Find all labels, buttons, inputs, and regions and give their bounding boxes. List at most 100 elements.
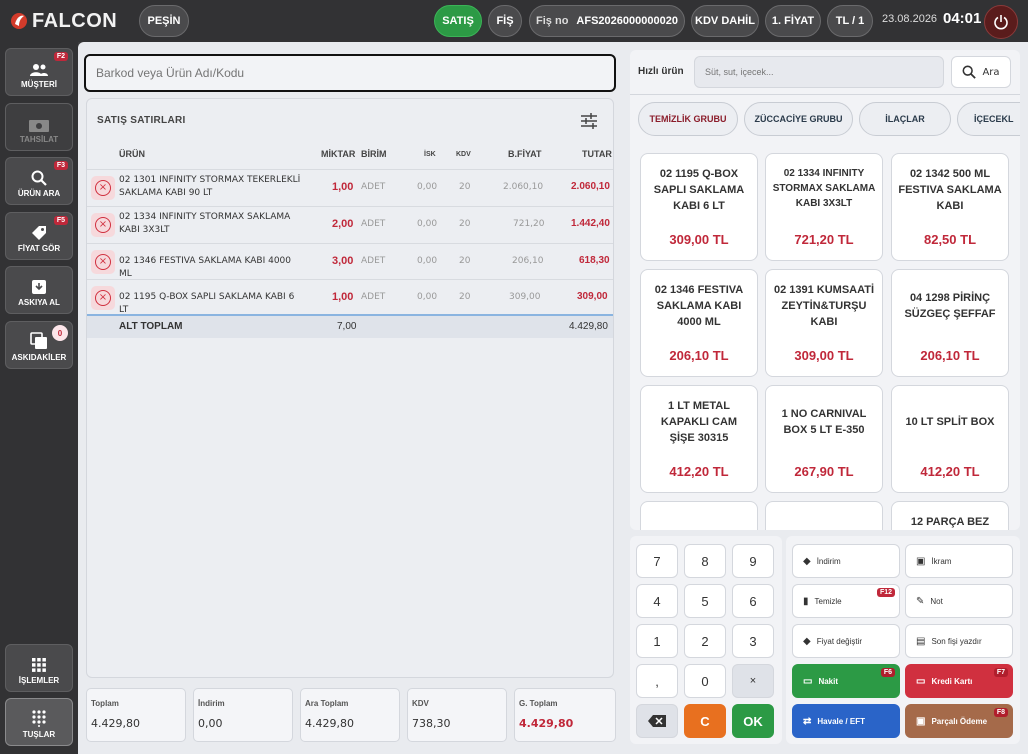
change-price-button[interactable]: ◆ Fiyat değiştir — [792, 624, 900, 658]
col-product: ÜRÜN — [119, 149, 145, 159]
key-7[interactable]: 7 — [636, 544, 678, 578]
summary-discount: İndirim 0,00 — [193, 688, 293, 742]
credit-card-button[interactable]: ▭ Kredi Kartı F7 — [905, 664, 1013, 698]
ok-button[interactable]: OK — [732, 704, 774, 738]
quick-search-input[interactable] — [694, 56, 944, 88]
sidebar-item-collection[interactable]: TAHSİLAT — [5, 103, 73, 151]
product-card[interactable] — [765, 501, 883, 530]
line-unit: ADET — [361, 256, 386, 266]
key-0[interactable]: 0 — [684, 664, 726, 698]
line-vat: 20 — [459, 292, 471, 302]
product-name: 1 NO CARNIVAL BOX 5 LT E-350 — [781, 408, 867, 436]
receipt-number[interactable]: Fiş no AFS2026000000020 — [529, 5, 685, 37]
vat-mode-button[interactable]: KDV DAHİL — [691, 5, 759, 37]
key-3[interactable]: 3 — [732, 624, 774, 658]
line-total: 1.442,40 — [571, 218, 610, 229]
category-glassware[interactable]: ZÜCCACİYE GRUBU — [744, 102, 853, 136]
line-qty[interactable]: 3,00 — [332, 255, 353, 267]
product-card[interactable]: 04 1298 PİRİNÇ SÜZGEÇ ŞEFFAF 206,10 TL — [891, 269, 1009, 377]
discount-button[interactable]: ◆ İndirim — [792, 544, 900, 578]
sidebar-item-customer[interactable]: F2 MÜŞTERİ — [5, 48, 73, 96]
key-4[interactable]: 4 — [636, 584, 678, 618]
line-product-name: 02 1301 INFINITY STORMAX TEKERLEKLİ SAKL… — [119, 175, 301, 198]
line-unit-price: 309,00 — [509, 292, 541, 302]
product-price: 721,20 TL — [794, 232, 854, 247]
delete-line-button[interactable]: × — [91, 176, 115, 200]
bank-transfer-button[interactable]: ⇄ Havale / EFT — [792, 704, 900, 738]
product-card[interactable]: 1 LT METAL KAPAKLI CAM ŞİŞE 30315 412,20… — [640, 385, 758, 493]
barcode-search-input[interactable] — [84, 54, 616, 92]
power-button[interactable] — [984, 5, 1018, 39]
clear-button[interactable]: C — [684, 704, 726, 738]
split-payment-label: Parçalı Ödeme — [931, 716, 988, 726]
tag-icon: ◆ — [803, 555, 811, 567]
sidebar-item-suspended-list[interactable]: 0 ASKIDAKİLER — [5, 321, 73, 369]
shortcut-badge: F2 — [53, 52, 68, 61]
key-9[interactable]: 9 — [732, 544, 774, 578]
table-row[interactable]: × 02 1301 INFINITY STORMAX TEKERLEKLİ SA… — [87, 169, 613, 205]
product-name: 02 1342 500 ML FESTIVA SAKLAMA KABI — [898, 168, 1002, 212]
summary-label: Toplam — [91, 699, 119, 708]
split-payment-button[interactable]: ▣ Parçalı Ödeme F8 — [905, 704, 1013, 738]
key-8[interactable]: 8 — [684, 544, 726, 578]
summary-total: Toplam 4.429,80 — [86, 688, 186, 742]
line-qty[interactable]: 2,00 — [332, 218, 353, 230]
product-card[interactable]: 02 1346 FESTIVA SAKLAMA KABI 4000 ML 206… — [640, 269, 758, 377]
category-cleaning[interactable]: TEMİZLİK GRUBU — [638, 102, 738, 136]
product-card[interactable]: 12 PARÇA BEZ — [891, 501, 1009, 530]
product-price: 206,10 TL — [669, 348, 729, 363]
gift-icon: ▣ — [916, 555, 926, 567]
clear-sale-button[interactable]: ▮ Temizle F12 — [792, 584, 900, 618]
remove-circle-icon: × — [95, 217, 111, 233]
col-unit-price: B.FİYAT — [508, 149, 542, 159]
product-card[interactable]: 10 LT SPLİT BOX 412,20 TL — [891, 385, 1009, 493]
print-last-receipt-button[interactable]: ▤ Son fişi yazdır — [905, 624, 1013, 658]
product-card[interactable]: 1 NO CARNIVAL BOX 5 LT E-350 267,90 TL — [765, 385, 883, 493]
treat-button[interactable]: ▣ İkram — [905, 544, 1013, 578]
tab-sale[interactable]: SATIŞ — [434, 5, 482, 37]
key-5[interactable]: 5 — [684, 584, 726, 618]
key-2[interactable]: 2 — [684, 624, 726, 658]
table-row[interactable]: × 02 1346 FESTIVA SAKLAMA KABI 4000 ML 3… — [87, 243, 613, 279]
product-card[interactable]: 02 1334 INFINITY STORMAX SAKLAMA KABI 3X… — [765, 153, 883, 261]
product-card[interactable]: 02 1391 KUMSAATİ ZEYTİN&TURŞU KABI 309,0… — [765, 269, 883, 377]
note-button[interactable]: ✎ Not — [905, 584, 1013, 618]
product-card[interactable]: 02 1195 Q-BOX SAPLI SAKLAMA KABI 6 LT 30… — [640, 153, 758, 261]
backspace-button[interactable] — [636, 704, 678, 738]
category-medicines[interactable]: İLAÇLAR — [859, 102, 951, 136]
delete-line-button[interactable]: × — [91, 250, 115, 274]
line-discount: 0,00 — [417, 219, 438, 229]
line-qty[interactable]: 1,00 — [332, 181, 353, 193]
sidebar-item-suspend[interactable]: ASKIYA AL — [5, 266, 73, 314]
key-multiply[interactable]: × — [732, 664, 774, 698]
table-row[interactable]: × 02 1195 Q-BOX SAPLI SAKLAMA KABI 6 LT … — [87, 279, 613, 315]
key-1[interactable]: 1 — [636, 624, 678, 658]
settings-sliders-icon[interactable] — [579, 111, 599, 131]
remove-circle-icon: × — [95, 254, 111, 270]
sidebar-item-keys[interactable]: TUŞLAR — [5, 698, 73, 746]
sidebar-item-operations[interactable]: İŞLEMLER — [5, 644, 73, 692]
sidebar-item-product-search[interactable]: F3 ÜRÜN ARA — [5, 157, 73, 205]
product-price: 412,20 TL — [669, 464, 729, 479]
sidebar-item-price-check[interactable]: F5 FİYAT GÖR — [5, 212, 73, 260]
tab-receipt[interactable]: FİŞ — [488, 5, 522, 37]
payment-mode-button[interactable]: PEŞİN — [139, 5, 189, 37]
key-6[interactable]: 6 — [732, 584, 774, 618]
quick-search-button[interactable]: Ara — [951, 56, 1011, 88]
product-card[interactable] — [640, 501, 758, 530]
line-unit: ADET — [361, 219, 386, 229]
category-beverages[interactable]: İÇECEKL — [957, 102, 1020, 136]
currency-button[interactable]: TL / 1 — [827, 5, 873, 37]
col-quantity: MİKTAR — [321, 149, 356, 159]
line-qty[interactable]: 1,00 — [332, 291, 353, 303]
cash-payment-button[interactable]: ▭ Nakit F6 — [792, 664, 900, 698]
line-product-name: 02 1334 INFINITY STORMAX SAKLAMA KABI 3X… — [119, 212, 291, 235]
delete-line-button[interactable]: × — [91, 213, 115, 237]
price-level-button[interactable]: 1. FİYAT — [765, 5, 821, 37]
delete-line-button[interactable]: × — [91, 286, 115, 310]
line-vat: 20 — [459, 256, 471, 266]
receipt-number-label: Fiş no — [536, 15, 569, 27]
table-row[interactable]: × 02 1334 INFINITY STORMAX SAKLAMA KABI … — [87, 206, 613, 242]
product-card[interactable]: 02 1342 500 ML FESTIVA SAKLAMA KABI 82,5… — [891, 153, 1009, 261]
key-comma[interactable]: , — [636, 664, 678, 698]
